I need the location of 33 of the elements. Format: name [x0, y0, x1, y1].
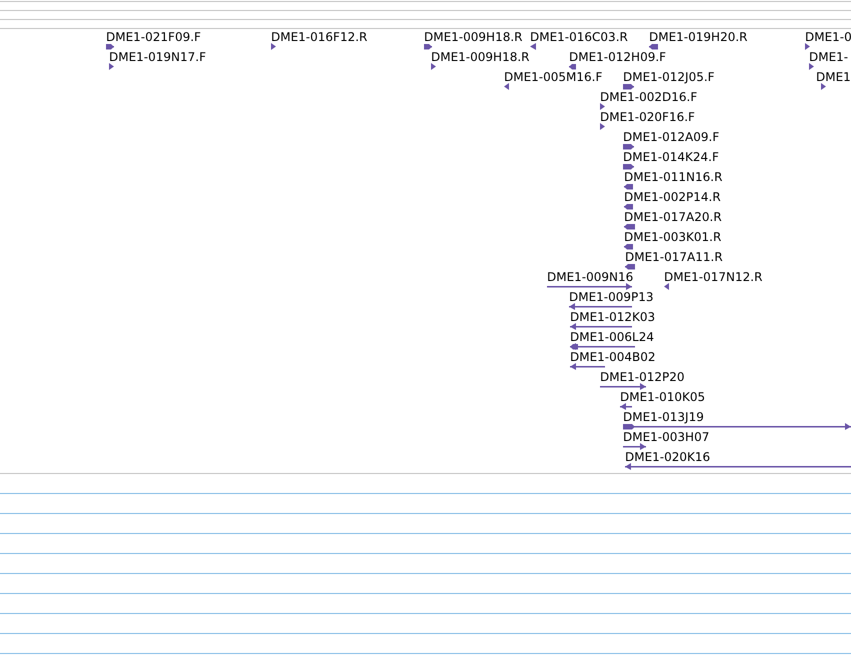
feature-label: DME1-016F12.R [271, 30, 368, 44]
feature-label: DME1-012J05.F [623, 70, 715, 84]
feature-label: DME1-009P13 [569, 290, 654, 304]
feature-label: DME1-012A09.F [623, 130, 720, 144]
feature-label: DME1-003K01.R [624, 230, 722, 244]
feature-label: DME1-012H09.F [569, 50, 666, 64]
feature-label: DME1-020K16 [625, 450, 710, 464]
feature-label: DME1-021F09.F [106, 30, 201, 44]
feature-label: DME1-014K24.F [623, 150, 719, 164]
feature-label: DME1-012K03 [570, 310, 656, 324]
feature-label: DME1-017N12.R [664, 270, 762, 284]
feature-label: DME1-004B02 [570, 350, 656, 364]
feature-label: DME1- [809, 50, 848, 64]
feature-label: DME1-003H07 [623, 430, 710, 444]
feature-label: DME1-009H18.R [424, 30, 522, 44]
feature-label: DME1-009N16 [547, 270, 634, 284]
feature-label: DME1-016C03.R [530, 30, 628, 44]
feature-label: DME1-002D16.F [600, 90, 698, 104]
feature-label: DME1-019N17.F [109, 50, 206, 64]
feature-label: DME1-017A11.R [625, 250, 723, 264]
feature-label: DME1-011N16.R [624, 170, 722, 184]
feature-label: DME1-020F16.F [600, 110, 695, 124]
feature-label: DME1 [816, 70, 851, 84]
feature-label: DME1-019H20.R [649, 30, 748, 44]
feature-label: DME1-005M16.F [504, 70, 602, 84]
feature-label: DME1-002P14.R [624, 190, 721, 204]
feature-label: DME1-009H18.R [431, 50, 530, 64]
feature-label: DME1-010K05 [620, 390, 706, 404]
feature-label: DME1-013J19 [623, 410, 704, 424]
feature-label: DME1-0 [805, 30, 851, 44]
feature-label: DME1-017A20.R [624, 210, 722, 224]
feature-label: DME1-012P20 [600, 370, 685, 384]
feature-label: DME1-006L24 [570, 330, 654, 344]
